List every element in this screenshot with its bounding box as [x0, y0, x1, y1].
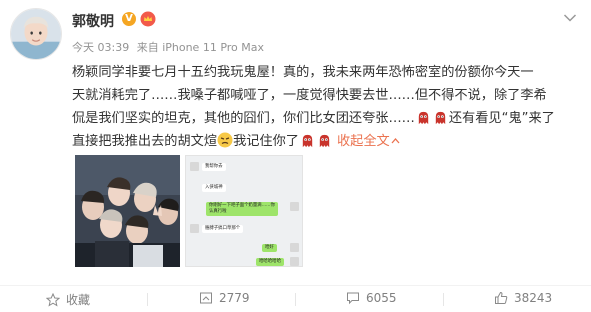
- post-source: 来自 iPhone 11 Pro Max: [136, 41, 265, 54]
- avatar[interactable]: [10, 8, 62, 60]
- divider: [443, 293, 444, 306]
- group-photo-image: [75, 155, 180, 267]
- content-line-3-text: 侃是我们坚实的坦克，其他的囧们，你们比女团还夸张……: [72, 111, 415, 126]
- chat-avatar: [290, 243, 299, 252]
- content-line-4-text: 直接把我推出去的胡文煊: [72, 134, 218, 149]
- ghost-emoji-icon: [319, 134, 330, 148]
- ghost-emoji-icon: [418, 111, 429, 125]
- ghost-emoji-icon: [302, 134, 313, 148]
- weibo-post: 郭敬明 V 今天 03:39 来自 iPhone 11 Pro Max 杨颖同学…: [0, 0, 591, 312]
- verified-badge-icon: V: [122, 12, 136, 26]
- content-line-4: 直接把我推出去的胡文煊 我记住你了 收起全文: [72, 130, 580, 153]
- chat-avatar: [190, 162, 199, 171]
- divider: [147, 293, 148, 306]
- avatar-image: [11, 9, 61, 59]
- ghost-emoji-icon: [435, 111, 446, 125]
- chat-bubble: 我帮你去: [202, 163, 226, 171]
- comment-count: 6055: [366, 291, 397, 305]
- content-line-2: 天就消耗完了……我嗓子都喊哑了，一度觉得快要去世……但不得不说，除了李希: [72, 88, 547, 103]
- divider: [295, 293, 296, 306]
- thumbs-up-icon: [495, 291, 508, 304]
- content-line-1: 杨颖同学非要七月十五约我玩鬼屋！真的，我未来两年恐怖密室的份额你今天一: [72, 65, 534, 80]
- content-line-4-tail: 我记住你了: [233, 134, 299, 149]
- comment-icon: [347, 292, 359, 305]
- repost-button[interactable]: 2779: [199, 291, 250, 305]
- comment-button[interactable]: 6055: [346, 291, 397, 305]
- post-image-group-photo[interactable]: [75, 155, 180, 267]
- chevron-down-icon[interactable]: [563, 13, 577, 23]
- like-button[interactable]: 38243: [494, 291, 552, 305]
- chat-bubble: 哈好: [262, 244, 277, 252]
- favorite-label: 收藏: [66, 293, 91, 307]
- star-icon: [46, 292, 60, 307]
- favorite-button[interactable]: 收藏: [46, 291, 90, 308]
- post-image-chat-screenshot[interactable]: 我帮你去 入侠城神 你刚好一下吧子面个奶量滴……你认真行啦 胳膊子搞口草那个 哈…: [185, 155, 303, 267]
- chat-bubble: 入侠城神: [202, 184, 226, 192]
- action-bar: 收藏 2779 6055 38243: [0, 285, 591, 312]
- angry-face-emoji-icon: [217, 132, 233, 148]
- vip-crown-icon[interactable]: [140, 11, 156, 27]
- post-content: 杨颖同学非要七月十五约我玩鬼屋！真的，我未来两年恐怖密室的份额你今天一 天就消耗…: [72, 61, 580, 153]
- like-count: 38243: [514, 291, 553, 305]
- content-line-3: 侃是我们坚实的坦克，其他的囧们，你们比女团还夸张…… 还有看见“鬼”来了: [72, 107, 580, 130]
- chat-bubble: 哈哈哈哈哈: [256, 258, 284, 266]
- post-time[interactable]: 今天 03:39: [72, 41, 129, 54]
- chat-bubble: 你刚好一下吧子面个奶量滴……你认真行啦: [206, 202, 278, 216]
- chat-bubble: 胳膊子搞口草那个: [202, 225, 244, 233]
- username[interactable]: 郭敬明: [72, 11, 114, 31]
- collapse-text-link[interactable]: 收起全文: [337, 134, 390, 149]
- chat-avatar: [290, 202, 299, 211]
- chevron-up-icon[interactable]: [391, 137, 400, 144]
- repost-icon: [200, 292, 212, 304]
- post-meta: 今天 03:39 来自 iPhone 11 Pro Max: [72, 39, 268, 55]
- chat-avatar: [190, 224, 199, 233]
- chat-avatar: [290, 257, 299, 266]
- repost-count: 2779: [219, 291, 250, 305]
- content-line-3-tail: 还有看见“鬼”来了: [448, 111, 555, 126]
